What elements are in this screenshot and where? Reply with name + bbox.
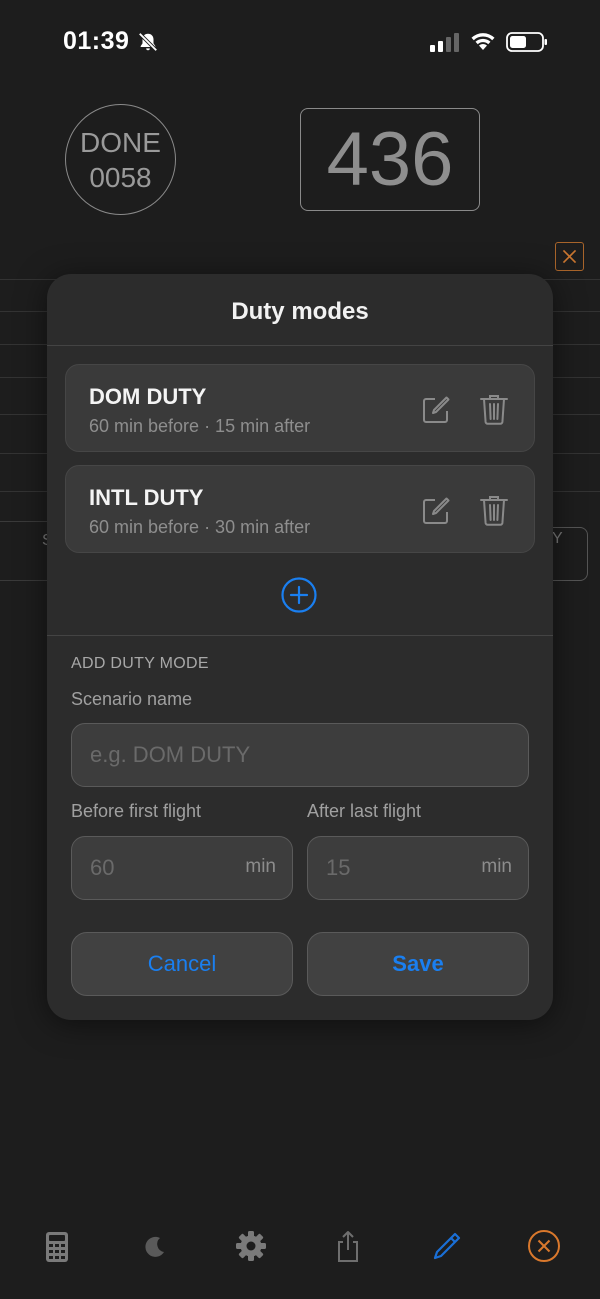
before-first-flight-label: Before first flight [71, 801, 202, 821]
calculator-icon[interactable] [40, 1228, 74, 1264]
edit-icon[interactable] [420, 495, 452, 527]
close-icon[interactable] [555, 242, 584, 271]
duty-mode-detail: 60 min before · 15 min after [89, 416, 311, 436]
duty-modes-modal: Duty modes DOM DUTY 60 min before · 15 m… [47, 274, 553, 1020]
close-circle-icon[interactable] [527, 1228, 561, 1264]
trash-icon[interactable] [478, 392, 510, 426]
add-section-title: ADD DUTY MODE [71, 655, 209, 672]
scenario-name-label: Scenario name [71, 689, 193, 709]
add-duty-mode-icon[interactable] [281, 577, 317, 613]
gear-icon[interactable] [234, 1228, 268, 1264]
background-button-right: Y [548, 527, 588, 581]
signal-icon [430, 33, 459, 52]
status-time: 01:39 [63, 27, 130, 55]
duty-mode-name: INTL DUTY [89, 485, 204, 510]
wifi-icon [471, 33, 495, 50]
edit-icon[interactable] [420, 394, 452, 426]
background-fragment-right: Y [552, 530, 563, 547]
done-label: DONE [80, 126, 161, 158]
pencil-icon[interactable] [429, 1228, 463, 1264]
modal-divider [47, 635, 553, 636]
duty-mode-name: DOM DUTY [89, 384, 207, 409]
save-button[interactable]: Save [307, 932, 529, 996]
trash-icon[interactable] [478, 493, 510, 527]
battery-icon [506, 32, 547, 52]
share-icon[interactable] [331, 1228, 365, 1264]
modal-divider [47, 345, 553, 346]
duty-mode-card[interactable]: INTL DUTY 60 min before · 30 min after [65, 465, 535, 553]
modal-title: Duty modes [231, 298, 369, 325]
done-counter[interactable]: DONE 0058 [65, 104, 176, 215]
duty-mode-card[interactable]: DOM DUTY 60 min before · 15 min after [65, 364, 535, 452]
big-counter[interactable]: 436 [300, 108, 480, 211]
bell-slash-icon [138, 32, 158, 52]
after-last-flight-field: min [307, 836, 529, 900]
duty-mode-detail: 60 min before · 30 min after [89, 517, 311, 537]
scenario-name-input[interactable] [71, 723, 529, 787]
before-first-flight-input[interactable] [71, 836, 293, 900]
cancel-button[interactable]: Cancel [71, 932, 293, 996]
before-first-flight-field: min [71, 836, 293, 900]
after-last-flight-input[interactable] [307, 836, 529, 900]
after-last-flight-label: After last flight [307, 801, 422, 821]
done-count: 0058 [89, 161, 152, 193]
moon-icon[interactable] [136, 1228, 170, 1264]
